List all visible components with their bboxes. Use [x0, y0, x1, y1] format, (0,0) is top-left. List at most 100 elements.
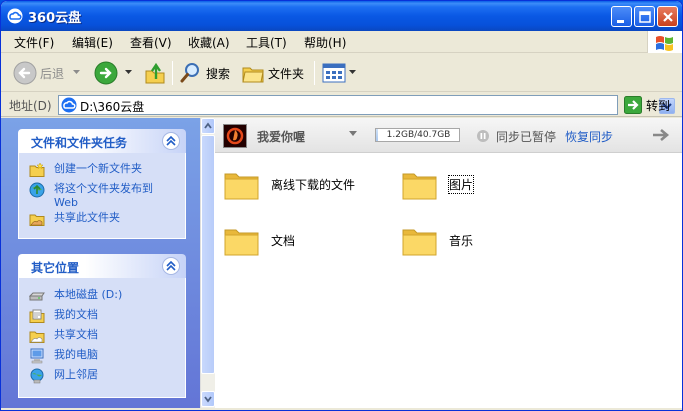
my-documents-icon: [29, 309, 45, 323]
go-arrow-icon: [624, 96, 642, 114]
folder-offline-downloads[interactable]: 离线下载的文件: [223, 165, 355, 203]
window-title: 360云盘: [28, 11, 82, 26]
toolbar-separator: [314, 61, 315, 85]
user-dropdown-icon[interactable]: [349, 131, 358, 137]
task-pane-scrollbar[interactable]: [200, 118, 215, 408]
shared-documents-icon: [29, 331, 45, 343]
scroll-up-arrow-icon: [204, 122, 212, 129]
share-folder-icon: [29, 214, 45, 226]
close-button[interactable]: [657, 6, 678, 27]
file-view[interactable]: 我爱你喔 1.2GB/40.7GB 同步已暂停 恢复同步 离线下载的文件 图片 …: [215, 118, 682, 408]
task-new-folder[interactable]: 创建一个新文件夹: [29, 162, 142, 178]
new-folder-icon: [29, 162, 45, 177]
place-shared-documents[interactable]: 共享文档: [29, 328, 98, 344]
toolbar-separator: [172, 61, 173, 85]
back-arrow-icon: [13, 61, 37, 85]
place-my-computer-label: 我的电脑: [54, 348, 98, 361]
views-grid-icon: [322, 63, 346, 83]
place-network[interactable]: 网上邻居: [29, 368, 98, 384]
search-label: 搜索: [206, 66, 231, 81]
folders-button[interactable]: 文件夹: [241, 60, 304, 86]
menu-file[interactable]: 文件(F): [14, 34, 54, 51]
place-local-disk-label: 本地磁盘 (D:): [54, 288, 123, 301]
avatar-flame-icon: [226, 127, 244, 145]
task-publish-web[interactable]: 将这个文件夹发布到 Web: [29, 182, 153, 210]
file-tasks-collapse-button[interactable]: [162, 132, 180, 150]
forward-dropdown-icon[interactable]: [125, 70, 133, 76]
search-button[interactable]: 搜索: [179, 60, 230, 86]
other-places-title: 其它位置: [31, 261, 80, 275]
address-value: D:\360云盘: [80, 100, 145, 114]
address-input[interactable]: D:\360云盘: [58, 95, 675, 115]
folder-documents[interactable]: 文档: [223, 221, 295, 259]
up-folder-button[interactable]: [144, 60, 166, 86]
chevron-up-double-icon: [166, 135, 176, 146]
user-avatar[interactable]: [223, 124, 247, 148]
back-label: 后退: [40, 66, 65, 81]
explorer-window: 360云盘 文件(F) 编辑(E) 查看(V) 收藏(A) 工具(T) 帮助(H…: [0, 0, 683, 411]
cloud-folder-icon: [61, 97, 77, 113]
title-bar[interactable]: 360云盘: [1, 1, 682, 31]
folder-label: 音乐: [449, 233, 474, 248]
menu-bar: 文件(F) 编辑(E) 查看(V) 收藏(A) 工具(T) 帮助(H): [1, 31, 682, 53]
task-publish-web-label: 将这个文件夹发布到 Web: [54, 182, 153, 209]
forward-arrow-icon: [94, 61, 118, 85]
scroll-down-button[interactable]: [201, 391, 215, 407]
folder-icon: [224, 229, 259, 256]
arrow-right-icon[interactable]: [652, 128, 670, 142]
menu-help[interactable]: 帮助(H): [304, 34, 346, 51]
other-places-collapse-button[interactable]: [162, 257, 180, 275]
back-dropdown-icon[interactable]: [73, 70, 81, 76]
folders-icon: [242, 67, 264, 83]
minimize-icon: [617, 20, 624, 23]
scroll-thumb[interactable]: [201, 135, 215, 374]
file-tasks-header[interactable]: 文件和文件夹任务: [18, 129, 186, 153]
pause-icon: [477, 130, 489, 142]
publish-web-icon: [29, 182, 45, 198]
menu-view[interactable]: 查看(V): [130, 34, 172, 51]
cloud-app-icon: [7, 8, 23, 24]
other-places-group: 其它位置 本地磁盘 (D:) 我的文档 共享文档 我的电脑 网上邻居: [18, 254, 186, 398]
windows-flag-icon: [656, 36, 673, 51]
views-button[interactable]: [322, 60, 357, 86]
local-disk-icon: [29, 292, 45, 301]
network-places-icon: [30, 368, 44, 384]
menu-tools[interactable]: 工具(T): [246, 34, 287, 51]
minimize-button[interactable]: [611, 6, 632, 27]
place-my-documents-label: 我的文档: [54, 308, 98, 321]
menu-edit[interactable]: 编辑(E): [72, 34, 113, 51]
storage-quota-text: 1.2GB/40.7GB: [386, 130, 451, 140]
scroll-up-button[interactable]: [201, 118, 215, 134]
resume-sync-link[interactable]: 恢复同步: [565, 128, 613, 145]
scroll-down-arrow-icon: [204, 396, 212, 403]
folder-music[interactable]: 音乐: [401, 221, 473, 259]
up-folder-icon: [145, 62, 165, 84]
task-share-folder[interactable]: 共享此文件夹: [29, 211, 120, 227]
folder-icon: [402, 229, 437, 256]
folder-label: 离线下载的文件: [271, 177, 356, 192]
other-places-header[interactable]: 其它位置: [18, 254, 186, 278]
file-tasks-group: 文件和文件夹任务 创建一个新文件夹 将这个文件夹发布到 Web 共享此文件夹: [18, 129, 186, 239]
go-button[interactable]: 转到: [624, 96, 670, 114]
place-my-documents[interactable]: 我的文档: [29, 308, 98, 324]
storage-quota-bar: 1.2GB/40.7GB: [375, 128, 460, 142]
file-tasks-title: 文件和文件夹任务: [31, 136, 128, 150]
folder-pictures[interactable]: 图片: [401, 165, 475, 203]
cloud-username: 我爱你喔: [257, 130, 306, 144]
back-button[interactable]: 后退: [13, 60, 64, 86]
folder-icon: [224, 173, 259, 200]
place-network-label: 网上邻居: [54, 368, 98, 381]
place-local-disk[interactable]: 本地磁盘 (D:): [29, 288, 122, 304]
views-dropdown-icon: [349, 70, 356, 74]
address-bar: 地址(D) D:\360云盘 转到: [1, 93, 682, 117]
menu-favorites[interactable]: 收藏(A): [188, 34, 230, 51]
folder-label: 文档: [271, 233, 296, 248]
close-icon: [663, 12, 673, 22]
task-pane: 文件和文件夹任务 创建一个新文件夹 将这个文件夹发布到 Web 共享此文件夹 其…: [1, 118, 200, 408]
place-my-computer[interactable]: 我的电脑: [29, 348, 98, 364]
folders-label: 文件夹: [268, 66, 305, 81]
maximize-button[interactable]: [634, 6, 655, 27]
forward-button[interactable]: [94, 60, 118, 86]
windows-logo: [647, 31, 682, 53]
task-share-folder-label: 共享此文件夹: [54, 211, 120, 224]
